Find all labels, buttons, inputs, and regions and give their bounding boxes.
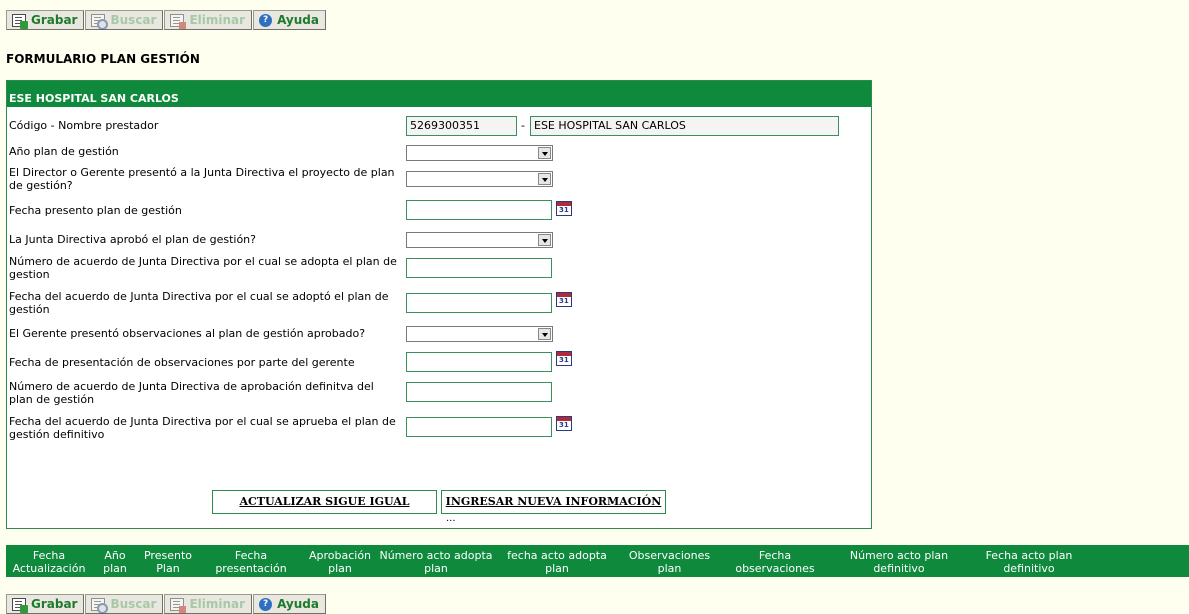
observations-select[interactable] bbox=[406, 326, 553, 342]
delete-icon bbox=[170, 597, 187, 613]
final-agreement-date-label: Fecha del acuerdo de Junta Directiva por… bbox=[9, 415, 396, 441]
update-same-button[interactable]: ACTUALIZAR SIGUE IGUAL bbox=[212, 490, 437, 514]
save-icon bbox=[12, 597, 28, 613]
final-agreement-number-label: Número de acuerdo de Junta Directiva de … bbox=[9, 380, 374, 406]
help-icon: ? bbox=[259, 597, 273, 611]
save-button[interactable]: Grabar bbox=[6, 10, 85, 30]
delete-label: Eliminar bbox=[189, 597, 246, 611]
column-header[interactable]: Observaciones plan bbox=[618, 545, 721, 577]
column-header[interactable]: Fecha presentación bbox=[198, 545, 304, 577]
search-label: Buscar bbox=[110, 13, 157, 27]
help-button[interactable]: ? Ayuda bbox=[253, 594, 326, 614]
column-header[interactable]: fecha acto adopta plan bbox=[496, 545, 618, 577]
plan-form: ESE HOSPITAL SAN CARLOS Código - Nombre … bbox=[6, 80, 872, 529]
plan-year-label: Año plan de gestión bbox=[9, 145, 119, 158]
observations-date-label: Fecha de presentación de observaciones p… bbox=[9, 356, 355, 369]
provider-code-field: 5269300351 bbox=[406, 116, 517, 136]
column-header[interactable]: Fecha observaciones bbox=[721, 545, 829, 577]
calendar-icon[interactable] bbox=[556, 416, 572, 431]
column-header[interactable]: Fecha acto plan definitivo bbox=[969, 545, 1089, 577]
final-agreement-number-field[interactable] bbox=[406, 382, 552, 402]
observations-label: El Gerente presentó observaciones al pla… bbox=[9, 327, 366, 340]
enter-new-info-button[interactable]: INGRESAR NUEVA INFORMACIÓN bbox=[441, 490, 666, 514]
toolbar-bottom: Grabar Buscar Eliminar ? Ayuda bbox=[6, 594, 327, 614]
save-label: Grabar bbox=[31, 13, 78, 27]
dropdown-arrow-icon[interactable] bbox=[538, 234, 551, 246]
board-approved-label: La Junta Directiva aprobó el plan de ges… bbox=[9, 233, 256, 246]
search-button[interactable]: Buscar bbox=[85, 594, 164, 614]
board-approved-select[interactable] bbox=[406, 232, 553, 248]
delete-icon bbox=[170, 13, 187, 29]
column-header[interactable]: Número acto adopta plan bbox=[376, 545, 496, 577]
agreement-number-label: Número de acuerdo de Junta Directiva por… bbox=[9, 255, 397, 281]
search-label: Buscar bbox=[110, 597, 157, 611]
help-button[interactable]: ? Ayuda bbox=[253, 10, 326, 30]
column-header[interactable]: Presento Plan bbox=[138, 545, 198, 577]
calendar-icon[interactable] bbox=[556, 201, 572, 216]
column-header[interactable]: Número acto plan definitivo bbox=[829, 545, 969, 577]
help-label: Ayuda bbox=[277, 13, 319, 27]
final-agreement-date-field[interactable] bbox=[406, 417, 552, 437]
plan-year-select[interactable] bbox=[406, 145, 553, 161]
calendar-icon[interactable] bbox=[556, 292, 572, 307]
column-header[interactable]: Aprobación plan bbox=[304, 545, 376, 577]
save-label: Grabar bbox=[31, 597, 78, 611]
save-button[interactable]: Grabar bbox=[6, 594, 85, 614]
search-icon bbox=[91, 597, 109, 614]
observations-date-field[interactable] bbox=[406, 352, 552, 372]
save-icon bbox=[12, 13, 28, 29]
agreement-date-label: Fecha del acuerdo de Junta Directiva por… bbox=[9, 290, 389, 316]
director-presented-label: El Director o Gerente presentó a la Junt… bbox=[9, 166, 395, 192]
dropdown-arrow-icon[interactable] bbox=[538, 147, 551, 159]
help-icon: ? bbox=[259, 13, 273, 27]
form-header: ESE HOSPITAL SAN CARLOS bbox=[7, 81, 871, 107]
delete-button[interactable]: Eliminar bbox=[164, 10, 253, 30]
calendar-icon[interactable] bbox=[556, 351, 572, 366]
page-title: FORMULARIO PLAN GESTIÓN bbox=[6, 52, 200, 66]
dropdown-arrow-icon[interactable] bbox=[538, 173, 551, 185]
agreement-date-field[interactable] bbox=[406, 293, 552, 313]
director-presented-select[interactable] bbox=[406, 171, 553, 187]
search-icon bbox=[91, 13, 109, 30]
dropdown-arrow-icon[interactable] bbox=[538, 328, 551, 340]
delete-label: Eliminar bbox=[189, 13, 246, 27]
presented-date-field[interactable] bbox=[406, 200, 552, 220]
toolbar-top: Grabar Buscar Eliminar ? Ayuda bbox=[6, 10, 327, 30]
agreement-number-field[interactable] bbox=[406, 258, 552, 278]
delete-button[interactable]: Eliminar bbox=[164, 594, 253, 614]
provider-label: Código - Nombre prestador bbox=[9, 119, 159, 132]
presented-date-label: Fecha presento plan de gestión bbox=[9, 204, 182, 217]
column-header[interactable]: Año plan bbox=[92, 545, 138, 577]
provider-name-field: ESE HOSPITAL SAN CARLOS bbox=[530, 116, 839, 136]
ellipsis-text: ... bbox=[446, 513, 456, 524]
search-button[interactable]: Buscar bbox=[85, 10, 164, 30]
column-header[interactable]: Fecha Actualización bbox=[6, 545, 92, 577]
help-label: Ayuda bbox=[277, 597, 319, 611]
form-header-title: ESE HOSPITAL SAN CARLOS bbox=[9, 92, 179, 105]
provider-separator: - bbox=[521, 119, 525, 132]
results-table-header: Fecha Actualización Año plan Presento Pl… bbox=[6, 545, 1189, 577]
